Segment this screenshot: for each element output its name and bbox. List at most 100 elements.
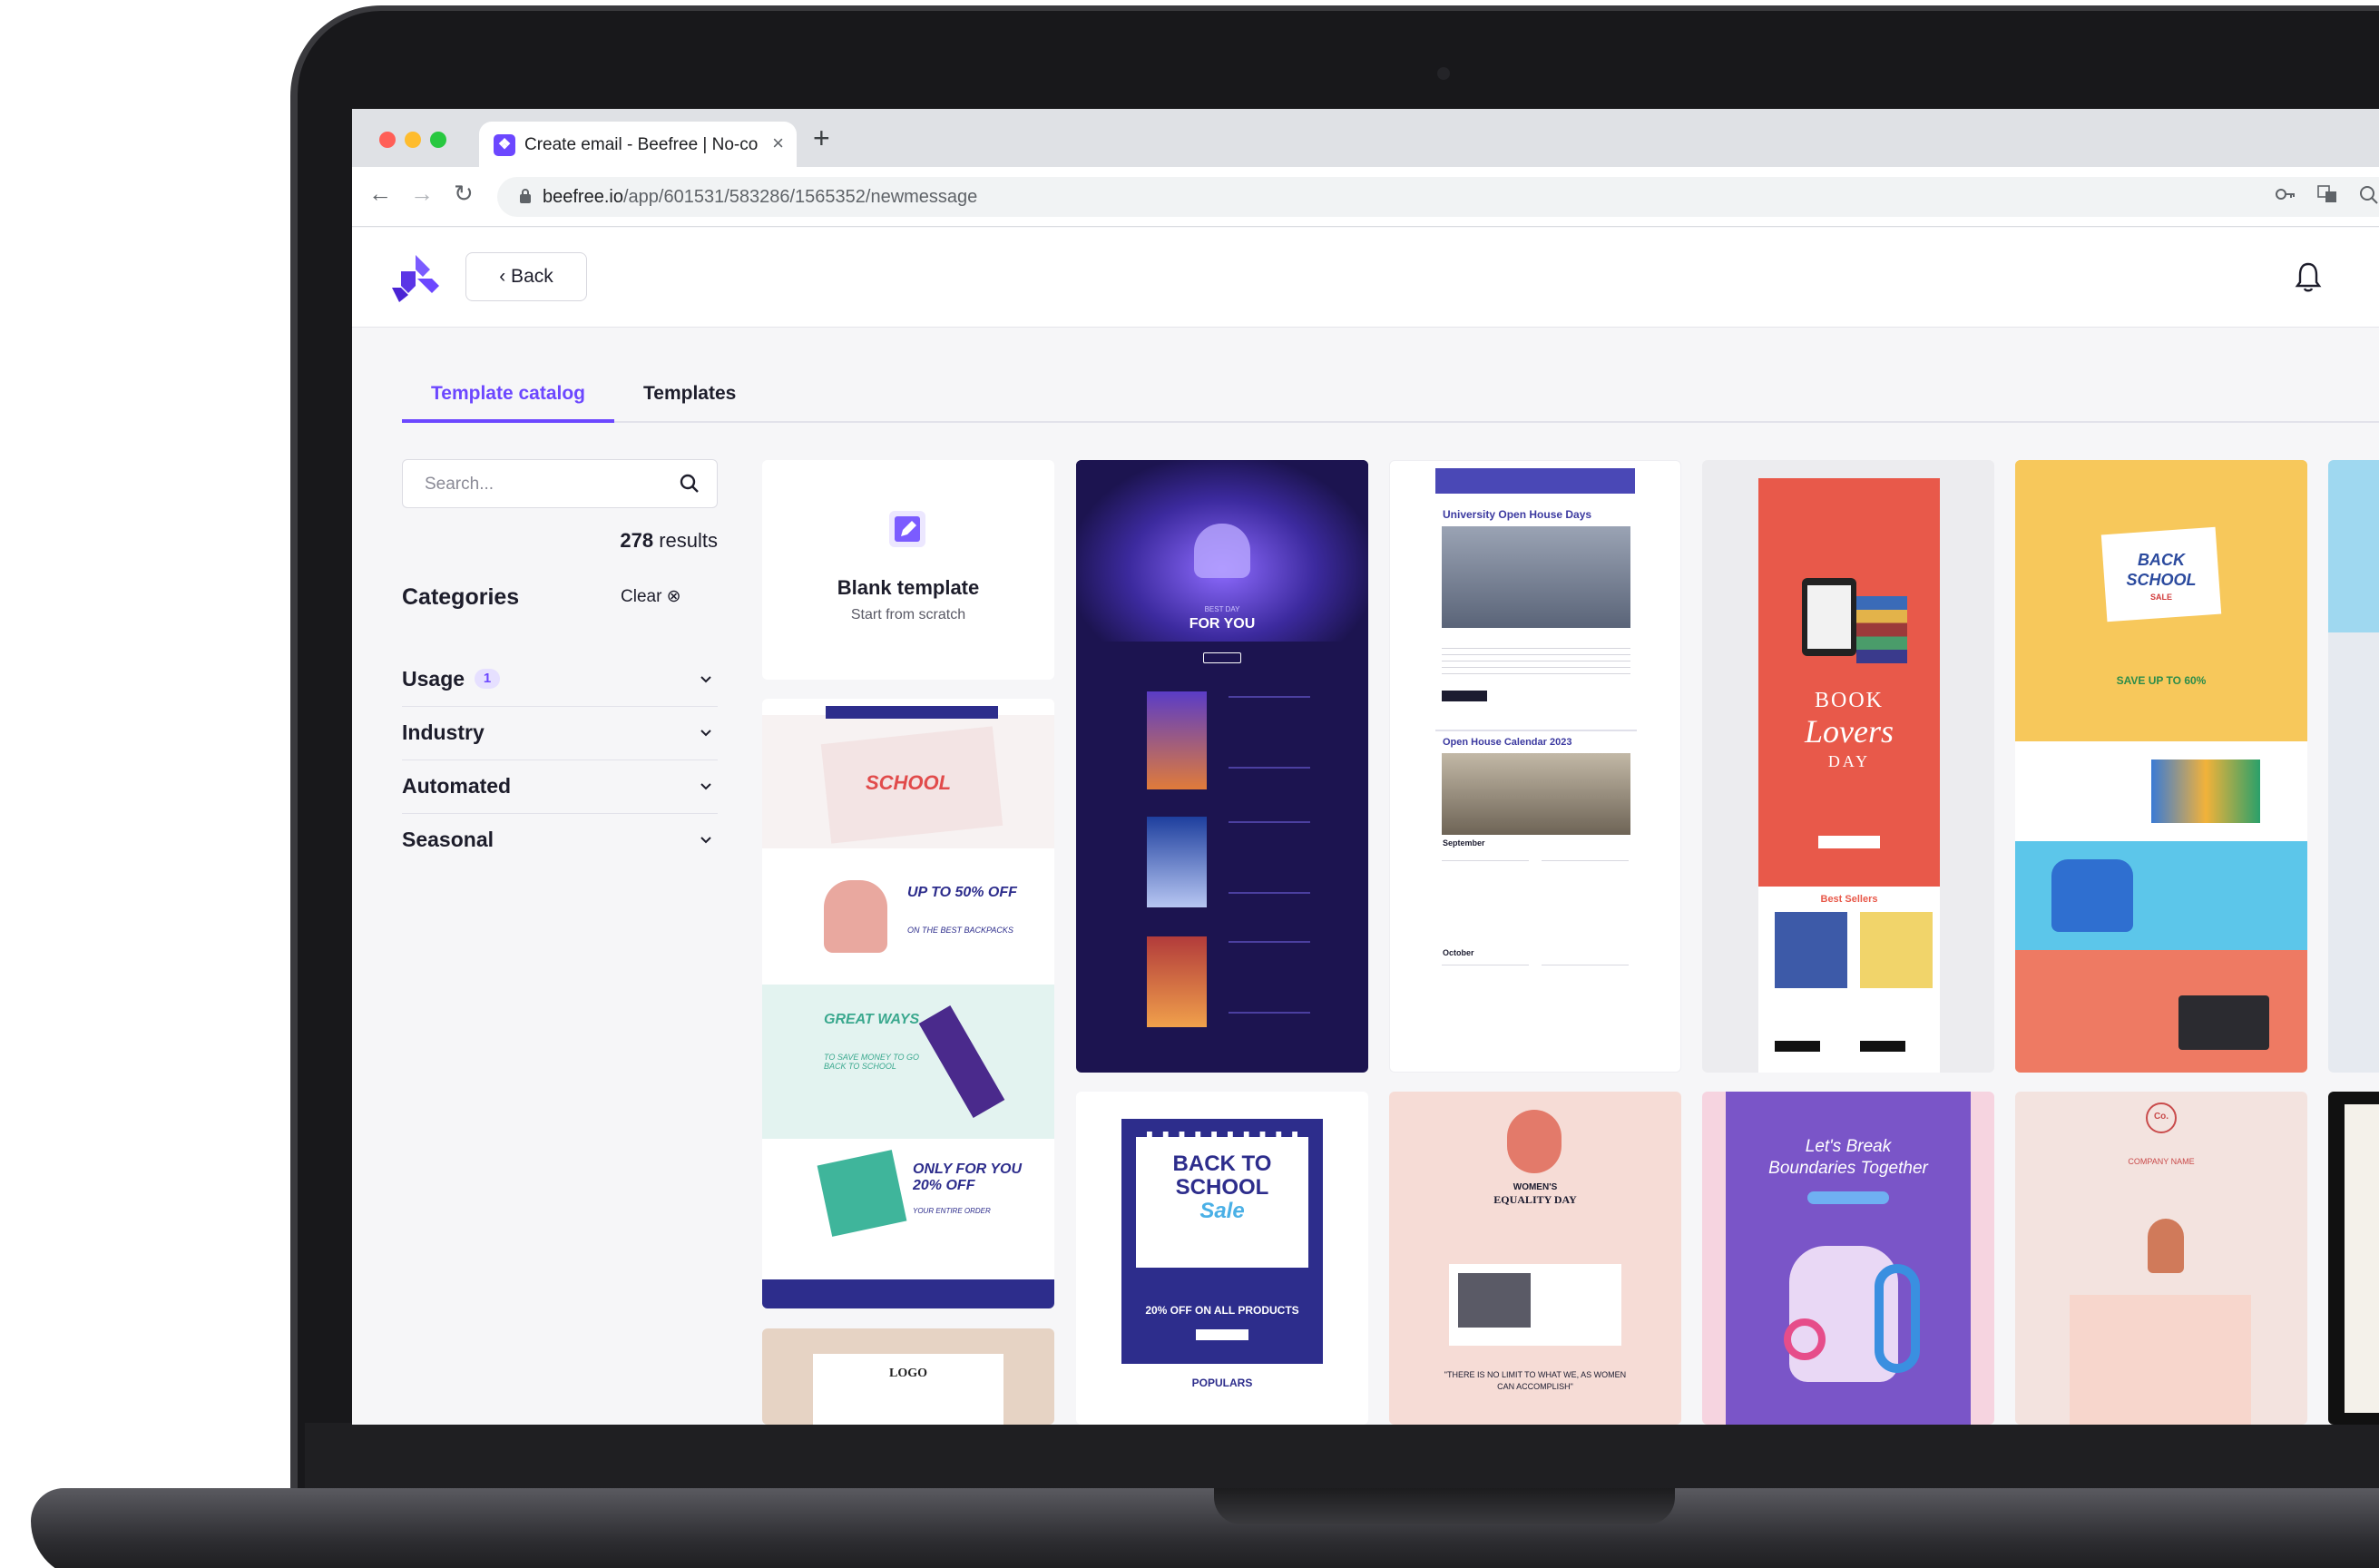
translate-icon[interactable] [2317,185,2337,209]
bell-icon[interactable] [2294,260,2323,293]
template-card-back-to-school-sale[interactable]: BACK SCHOOL SALE SAVE UP TO 60% [2015,460,2307,1073]
close-window-dot[interactable] [379,132,396,148]
event-block [1542,965,1629,1037]
filter-usage[interactable]: Usage 1 [402,654,718,707]
active-tab-indicator [402,419,614,423]
template-cta [1203,652,1241,663]
offer-subline-2: YOUR ENTIRE ORDER [913,1207,991,1215]
divider [1435,730,1637,731]
filter-industry[interactable]: Industry [402,708,718,760]
app-header: ‹ Back [352,228,2379,328]
forward-arrow-icon[interactable]: → [410,180,434,208]
template-card-logo[interactable]: LOGO [762,1328,1054,1425]
tournament-text-2 [1229,821,1310,894]
template-card-boundaries[interactable]: Let's Break Boundaries Together [1702,1092,1994,1425]
template-card-partial-dark[interactable] [2328,1092,2379,1425]
populars-heading: POPULARS [1191,1377,1253,1389]
template-headline-1: BACK TO [1172,1152,1272,1176]
chevron-down-icon [700,730,711,737]
new-tab-button[interactable]: + [813,122,830,155]
lock-icon [519,188,532,209]
template-offer: SAVE UP TO 60% [2116,674,2207,687]
filter-label: Seasonal [402,828,494,851]
zoom-icon[interactable] [2359,185,2379,211]
filter-automated[interactable]: Automated [402,761,718,814]
event-block [1542,860,1629,933]
browser-tab[interactable]: ❖ Create email - Beefree | No-co × [479,122,797,167]
tab-close-icon[interactable]: × [772,132,784,155]
clear-filters-button[interactable]: Clear ⊗ [621,586,681,607]
template-quote: "THERE IS NO LIMIT TO WHAT WE, AS WOMEN … [1444,1370,1627,1391]
back-button[interactable]: ‹ Back [465,252,587,301]
template-tag: SALE [2149,593,2172,602]
laptop-chin [305,1423,2379,1488]
chevron-down-icon [700,676,711,683]
tab-template-catalog[interactable]: Template catalog [431,383,585,405]
reload-icon[interactable]: ↻ [454,180,474,208]
webcam [1437,67,1450,80]
template-card-company[interactable]: Co. COMPANY NAME [2015,1092,2307,1425]
template-card-school-supplies[interactable]: SCHOOL UP TO 50% OFF ON THE BEST BACKPAC… [762,699,1054,1308]
results-count: 278 results [402,529,718,553]
template-card-back-to-school-blue[interactable]: BACK TO SCHOOL Sale 20% OFF ON ALL PRODU… [1076,1092,1368,1425]
template-headline: FOR YOU [1189,616,1256,632]
chevron-down-icon [700,783,711,790]
screen: ❖ Create email - Beefree | No-co × + ← →… [352,109,2379,1425]
blank-template-subtitle: Start from scratch [850,607,966,622]
browser-toolbar: ← → ↻ beefree.io/app/601531/583286/15653… [352,167,2379,227]
search-icon[interactable] [679,473,700,495]
search-input[interactable]: Search... [402,459,718,508]
url-text: beefree.io/app/601531/583286/1565352/new… [543,187,977,208]
tournament-text-1 [1229,696,1310,769]
template-card-gaming[interactable]: BEST DAY FOR YOU [1076,460,1368,1073]
filter-seasonal[interactable]: Seasonal [402,815,718,867]
offer-headline-2: ONLY FOR YOU 20% OFF [913,1161,1023,1193]
month-label-1: September [1443,838,1485,848]
tab-templates[interactable]: Templates [643,383,736,405]
back-arrow-icon[interactable]: ← [368,180,392,208]
tournament-image-2 [1147,817,1207,907]
template-hero-red [1758,478,1940,887]
browser-tab-title: Create email - Beefree | No-co [524,135,759,154]
book-cover-1 [1775,912,1847,988]
company-logo: Co. [2153,1112,2169,1122]
date-pill [1807,1191,1889,1204]
template-cta [1442,691,1487,701]
key-icon[interactable] [2276,185,2296,206]
beefree-logo[interactable] [388,251,441,304]
maximize-window-dot[interactable] [430,132,446,148]
edit-icon [889,511,925,547]
filter-label: Usage [402,667,465,691]
beefree-favicon-icon: ❖ [494,134,515,156]
blank-template-card[interactable]: Blank template Start from scratch [762,460,1054,680]
minimize-window-dot[interactable] [405,132,421,148]
template-card-partial[interactable] [2328,460,2379,1073]
chevron-down-icon [700,837,711,844]
template-headline-2: SCHOOL [1175,1175,1269,1200]
template-hero [2328,460,2379,632]
calendar-heading: Open House Calendar 2023 [1443,737,1572,748]
template-title-1: WOMEN'S [1513,1182,1558,1192]
template-card-equality-day[interactable]: WOMEN'S EQUALITY DAY "THERE IS NO LIMIT … [1389,1092,1681,1425]
graduation-photo [1442,526,1630,628]
blank-template-title: Blank template [837,576,980,599]
address-bar[interactable]: beefree.io/app/601531/583286/1565352/new… [497,177,2379,217]
template-logo-text: LOGO [888,1367,927,1380]
template-headline-1: BOOK [1814,689,1884,712]
illustration-woman [1507,1110,1562,1173]
categories-heading: Categories [402,584,520,610]
laptop-mockup: ❖ Create email - Beefree | No-co × + ← →… [0,0,2379,1568]
filter-label: Automated [402,774,512,798]
shop-button-1 [1775,1041,1820,1052]
url-domain: beefree.io [543,187,623,207]
template-title: University Open House Days [1443,508,1592,521]
tournament-image-3 [1147,936,1207,1027]
template-headline-2: Lovers [1805,713,1894,750]
book-stack-image [1856,596,1907,663]
search-placeholder: Search... [425,475,494,494]
gender-symbol-female [1784,1318,1826,1360]
template-card-book-lovers[interactable]: BOOK Lovers DAY Best Sellers [1702,460,1994,1073]
template-cta [1818,836,1880,848]
template-card-university[interactable]: University Open House Days Open House Ca… [1389,460,1681,1073]
company-name: COMPANY NAME [2128,1157,2195,1166]
